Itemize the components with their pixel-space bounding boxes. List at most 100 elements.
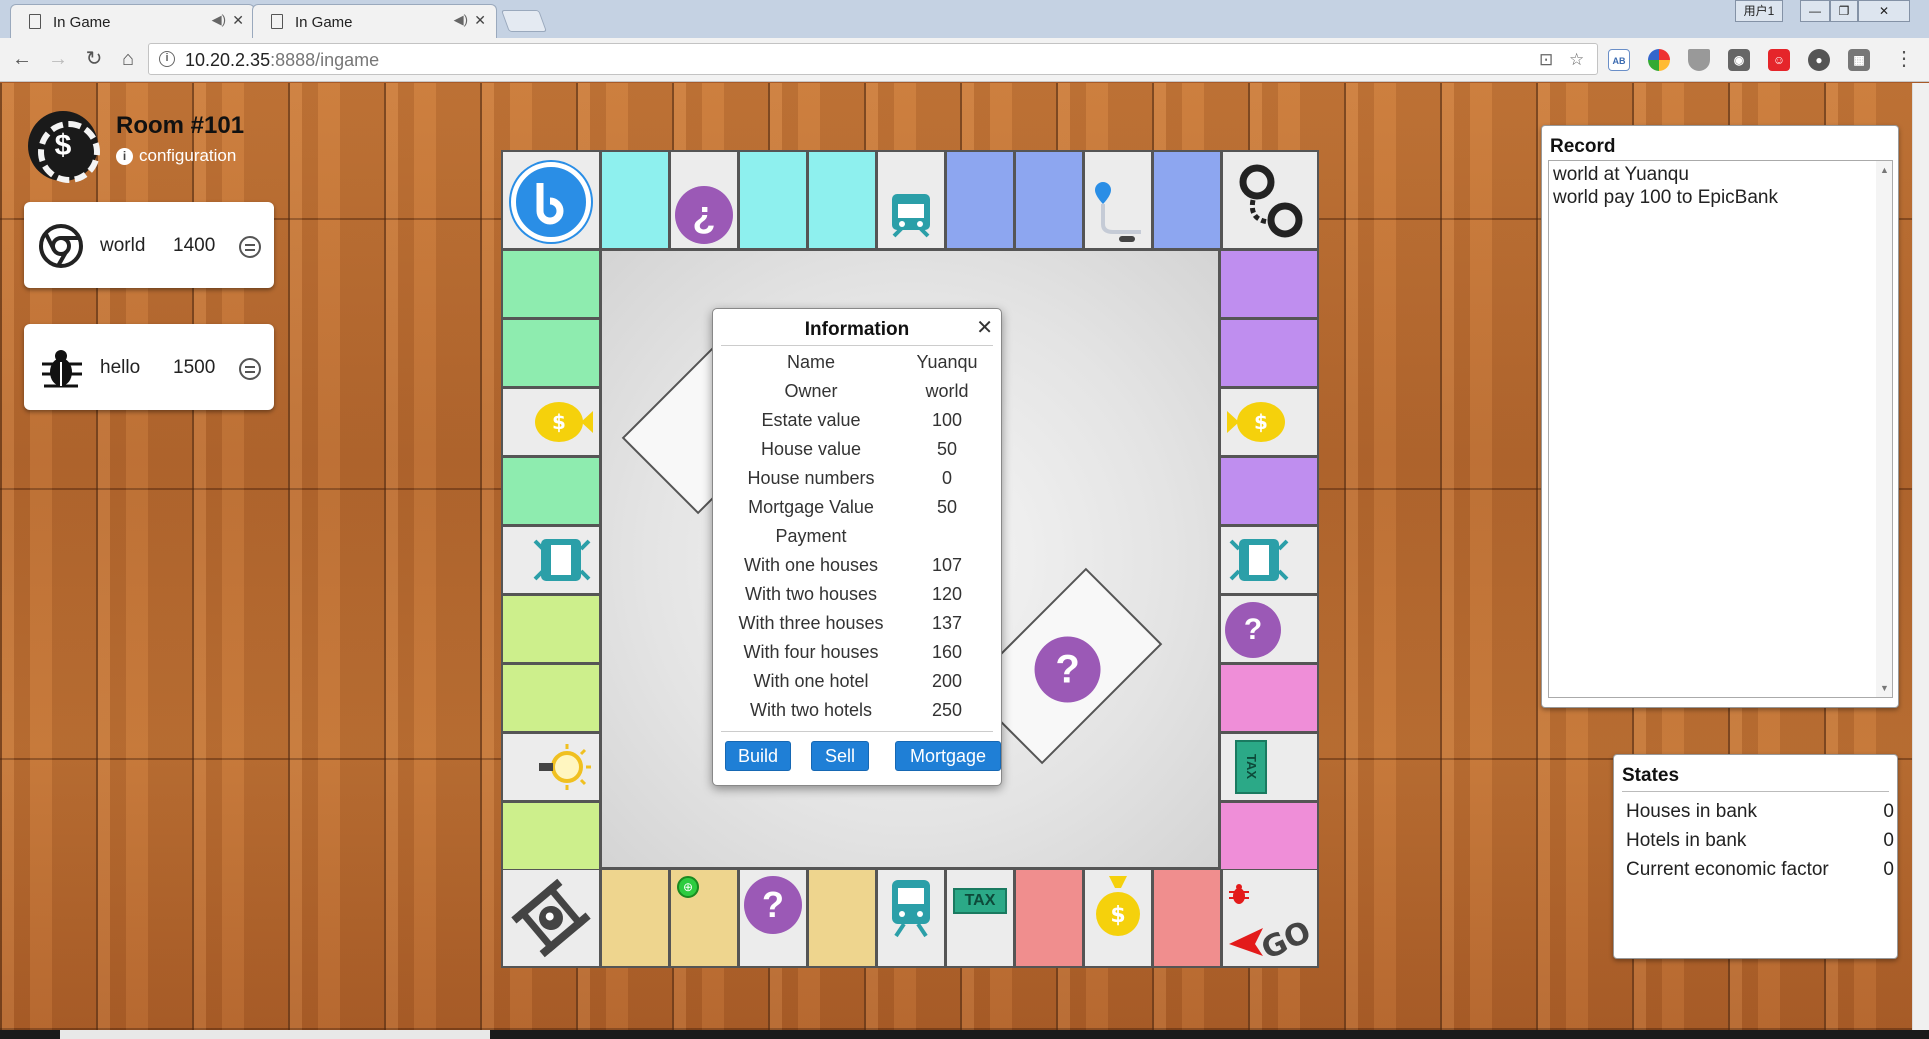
log-line: world at Yuanqu <box>1553 164 1689 185</box>
property-cell-sand[interactable] <box>602 870 668 966</box>
bug-token-icon[interactable] <box>1227 882 1251 906</box>
corner-goto-jail-cell[interactable] <box>503 870 599 966</box>
money-bag-cell[interactable]: $ <box>1085 870 1151 966</box>
log-scrollbar[interactable]: ▲ ▼ <box>1876 161 1892 697</box>
property-cell-green[interactable] <box>503 320 599 386</box>
utility-cell[interactable] <box>503 734 599 800</box>
browser-tab[interactable]: In Game ◀) ✕ <box>252 4 497 38</box>
corner-go-cell[interactable]: GO <box>1223 870 1317 966</box>
corner-jail-cell[interactable] <box>1223 152 1317 248</box>
property-cell-cyan[interactable] <box>740 152 806 248</box>
forward-icon[interactable]: → <box>44 45 72 73</box>
property-cell-blue[interactable] <box>1154 152 1220 248</box>
github-icon[interactable]: ● <box>1808 49 1830 71</box>
menu-icon[interactable]: ⋮ <box>1890 45 1918 73</box>
property-cell-blue[interactable] <box>947 152 1013 248</box>
reload-icon[interactable]: ↻ <box>80 45 108 73</box>
dialog-actions: Build Sell Mortgage <box>725 741 1001 773</box>
player-card[interactable]: hello 1500 <box>24 324 274 410</box>
speaker-icon[interactable]: ◀) <box>212 12 226 28</box>
sell-button[interactable]: Sell <box>811 741 869 771</box>
tab-title: In Game <box>53 14 111 31</box>
states-panel: States Houses in bank 0 Hotels in bank 0 C… <box>1613 754 1898 959</box>
train-station-cell[interactable] <box>503 527 599 593</box>
chance-cell[interactable]: ? <box>740 870 806 966</box>
address-bar[interactable]: i 10.20.2.35:8888/ingame ⊡ ☆ <box>148 43 1598 75</box>
configuration-link[interactable]: i configuration <box>116 146 236 166</box>
tax-icon: TAX <box>953 888 1007 914</box>
back-icon[interactable]: ← <box>8 45 36 73</box>
money-bag-cell[interactable]: $ <box>503 389 599 455</box>
page-icon <box>29 14 41 29</box>
extension-icon[interactable] <box>1648 49 1670 71</box>
home-icon[interactable]: ⌂ <box>114 45 142 73</box>
translate-icon[interactable]: ⊡ <box>1539 50 1553 70</box>
property-cell-purple[interactable] <box>1221 251 1317 317</box>
property-cell-cyan[interactable] <box>809 152 875 248</box>
go-arrow-icon: GO <box>1229 914 1313 960</box>
extension-icon[interactable]: AB <box>1608 49 1630 71</box>
minimize-button[interactable]: — <box>1800 0 1830 22</box>
property-cell-green[interactable] <box>503 458 599 524</box>
user-badge[interactable]: 用户1 <box>1735 0 1783 22</box>
mortgage-button[interactable]: Mortgage <box>895 741 1001 771</box>
train-station-cell[interactable] <box>1221 527 1317 593</box>
taskbar-window[interactable] <box>60 1030 490 1039</box>
close-tab-icon[interactable]: ✕ <box>232 12 244 29</box>
trade-icon[interactable] <box>239 236 261 258</box>
chrome-icon <box>39 224 83 268</box>
money-bag-cell[interactable]: $ <box>1221 389 1317 455</box>
table-row: With three houses 137 <box>738 613 963 633</box>
utility-cell[interactable] <box>1085 152 1151 248</box>
chance-cell[interactable]: ¿ <box>671 152 737 248</box>
property-cell-blue[interactable] <box>1016 152 1082 248</box>
player-token-icon[interactable]: ⊕ <box>677 876 699 898</box>
table-row: With one houses 107 <box>743 555 963 575</box>
extension-icon[interactable]: ▦ <box>1848 49 1870 71</box>
property-cell-lime[interactable] <box>503 803 599 869</box>
property-cell-red[interactable] <box>1016 870 1082 966</box>
divider <box>1622 791 1889 792</box>
page-scrollbar[interactable] <box>1912 83 1929 1030</box>
chance-cell[interactable]: ? <box>1221 596 1317 662</box>
property-cell-sand[interactable] <box>809 870 875 966</box>
room-logo-icon: $ <box>28 111 100 183</box>
train-station-cell[interactable] <box>878 870 944 966</box>
table-row: Payment <box>775 526 847 546</box>
player-card[interactable]: world 1400 <box>24 202 274 288</box>
browser-tab-bar: In Game ◀) ✕ In Game ◀) ✕ 用户1 — ❐ ✕ <box>0 0 1929 38</box>
close-tab-icon[interactable]: ✕ <box>474 12 486 29</box>
restore-button[interactable]: ❐ <box>1830 0 1858 22</box>
extension-icon[interactable]: ☺ <box>1768 49 1790 71</box>
record-log[interactable]: world at Yuanqu world pay 100 to EpicBan… <box>1548 160 1893 698</box>
site-info-icon[interactable]: i <box>159 51 175 67</box>
question-icon: ¿ <box>675 186 733 244</box>
property-cell-purple[interactable] <box>1221 320 1317 386</box>
property-cell-lime[interactable] <box>503 665 599 731</box>
speaker-icon[interactable]: ◀) <box>454 12 468 28</box>
close-window-button[interactable]: ✕ <box>1858 0 1910 22</box>
new-tab-button[interactable] <box>500 10 548 32</box>
property-cell-sand[interactable]: ⊕ <box>671 870 737 966</box>
property-cell-green[interactable] <box>503 251 599 317</box>
property-cell-cyan[interactable] <box>602 152 668 248</box>
property-cell-red[interactable] <box>1154 870 1220 966</box>
build-button[interactable]: Build <box>725 741 791 771</box>
browser-tab[interactable]: In Game ◀) ✕ <box>10 4 255 38</box>
property-cell-lime[interactable] <box>503 596 599 662</box>
property-cell-pink[interactable] <box>1221 803 1317 869</box>
state-row: Hotels in bank 0 <box>1626 830 1894 851</box>
tax-cell[interactable]: TAX <box>1221 734 1317 800</box>
scroll-up-icon[interactable]: ▲ <box>1880 165 1889 175</box>
camera-icon[interactable]: ◉ <box>1728 49 1750 71</box>
money-bag-icon: $ <box>1096 876 1140 936</box>
property-cell-purple[interactable] <box>1221 458 1317 524</box>
scroll-down-icon[interactable]: ▼ <box>1880 683 1889 693</box>
property-cell-pink[interactable] <box>1221 665 1317 731</box>
trade-icon[interactable] <box>239 358 261 380</box>
bookmark-star-icon[interactable]: ☆ <box>1569 50 1584 70</box>
shield-icon[interactable] <box>1688 49 1710 71</box>
corner-start-cell[interactable] <box>503 152 599 248</box>
tax-cell[interactable]: TAX <box>947 870 1013 966</box>
train-station-cell[interactable] <box>878 152 944 248</box>
